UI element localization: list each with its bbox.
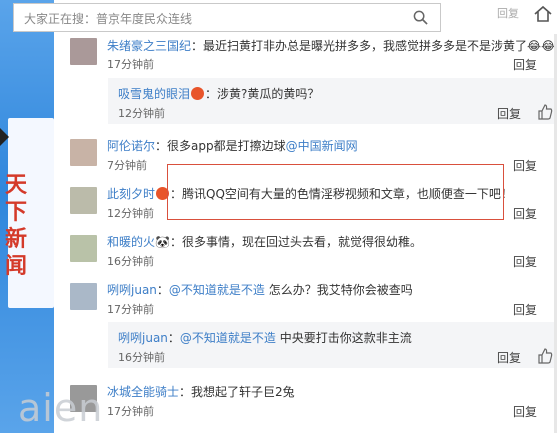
side-banner: 天 下 新 闻 <box>0 0 54 433</box>
emoji-icon: 😂😂 <box>527 39 556 53</box>
slogan-char: 新 <box>5 226 28 252</box>
avatar[interactable] <box>70 187 97 214</box>
comment-author[interactable]: 咧咧juan <box>118 331 168 345</box>
comment-author[interactable]: 朱绪豪之三国纪 <box>107 39 191 53</box>
nested-reply: 吸雪鬼的眼泪 ：涉黄?黄瓜的黄吗？ 12分钟前 回复 <box>108 78 557 124</box>
comment-text: 中央要打击你这款非主流 <box>275 331 412 345</box>
home-icon[interactable] <box>533 4 553 24</box>
comment-line: 冰城全能骑士：我想起了轩子巨2兔 <box>107 383 295 400</box>
comment-time: 7分钟前 <box>107 159 147 172</box>
comment-line: 和暖的火🐼：很多事情，现在回过头去看，就觉得很幼稚。 <box>107 233 422 250</box>
avatar[interactable] <box>70 283 97 310</box>
comment-author[interactable]: 冰城全能骑士 <box>107 385 179 399</box>
highlight-box <box>167 164 504 220</box>
comment-author[interactable]: 阿伦诺尔 <box>107 139 155 153</box>
reply-button[interactable]: 回复 <box>513 403 537 420</box>
like-icon[interactable] <box>537 348 553 364</box>
mention-link[interactable]: @不知道就是不造 <box>169 283 265 297</box>
comment-item: 朱绪豪之三国纪：最近扫黄打非办总是曝光拼多多，我感觉拼多多是不是涉黄了😂😂 17… <box>54 34 557 74</box>
comment-time: 16分钟前 <box>107 255 154 268</box>
like-icon[interactable] <box>537 104 553 120</box>
reply-button[interactable]: 回复 <box>513 157 537 174</box>
search-hot-text: 大家正在搜：普京年度民众连线 <box>24 12 193 26</box>
reply-button[interactable]: 回复 <box>513 205 537 222</box>
comment-text: 最近扫黄打非办总是曝光拼多多，我感觉拼多多是不是涉黄了 <box>203 39 528 53</box>
comment-time: 16分钟前 <box>118 351 165 364</box>
play-arrow-icon <box>0 128 9 146</box>
slogan-char: 闻 <box>5 253 28 279</box>
comment-text: 很多app都是打擦边球 <box>167 139 286 153</box>
mention-link[interactable]: @不知道就是不造 <box>180 331 276 345</box>
mention-link[interactable]: @中国新闻网 <box>286 139 358 153</box>
vip-badge-icon <box>191 87 205 100</box>
comment-feed: 朱绪豪之三国纪：最近扫黄打非办总是曝光拼多多，我感觉拼多多是不是涉黄了😂😂 17… <box>54 34 557 433</box>
reply-button[interactable]: 回复 <box>513 253 537 270</box>
separator: ： <box>191 39 204 53</box>
comment-line: 咧咧juan：@不知道就是不造 怎么办？我艾特你会被查吗 <box>107 281 413 298</box>
comment-time: 17分钟前 <box>107 303 154 316</box>
comment-text: 涉黄?黄瓜的黄吗？ <box>217 87 320 101</box>
reply-button[interactable]: 回复 <box>497 349 521 366</box>
comment-text: 我想起了轩子巨2兔 <box>191 385 295 399</box>
separator: ： <box>169 235 182 249</box>
side-banner-slogan: 天 下 新 闻 <box>5 172 27 280</box>
separator: ： <box>155 139 168 153</box>
comment-time: 17分钟前 <box>107 58 154 71</box>
slogan-char: 天 <box>5 172 28 198</box>
watermark: aien <box>18 386 104 430</box>
comment-author[interactable]: 和暖的火 <box>107 235 155 249</box>
search-icon[interactable] <box>413 10 428 25</box>
reply-button[interactable]: 回复 <box>497 105 521 122</box>
comment-time: 12分钟前 <box>107 207 154 220</box>
separator: ： <box>167 331 180 345</box>
comment-line: 阿伦诺尔：很多app都是打擦边球@中国新闻网 <box>107 137 358 154</box>
comment-text: 怎么办？我艾特你会被查吗 <box>264 283 413 297</box>
separator: ： <box>156 283 169 297</box>
top-reply-text[interactable]: 回复 <box>497 5 519 21</box>
nested-reply: 咧咧juan：@不知道就是不造 中央要打击你这款非主流 16分钟前 回复 <box>108 322 557 368</box>
comment-author[interactable]: 吸雪鬼的眼泪 <box>118 87 190 101</box>
comment-text: 很多事情，现在回过头去看，就觉得很幼稚。 <box>181 235 422 249</box>
comment-item: 和暖的火🐼：很多事情，现在回过头去看，就觉得很幼稚。 16分钟前 回复 <box>54 230 557 270</box>
comment-item: 冰城全能骑士：我想起了轩子巨2兔 17分钟前 回复 <box>54 380 557 420</box>
separator: ： <box>205 87 218 101</box>
comment-line: 吸雪鬼的眼泪 ：涉黄?黄瓜的黄吗？ <box>118 85 319 102</box>
comment-author[interactable]: 此刻夕时 <box>107 187 155 201</box>
comment-line: 朱绪豪之三国纪：最近扫黄打非办总是曝光拼多多，我感觉拼多多是不是涉黄了😂😂 <box>107 37 555 54</box>
avatar[interactable] <box>70 235 97 262</box>
comment-item: 咧咧juan：@不知道就是不造 怎么办？我艾特你会被查吗 17分钟前 回复 <box>54 278 557 318</box>
comment-time: 17分钟前 <box>107 405 154 418</box>
comment-time: 12分钟前 <box>118 107 165 120</box>
comment-line: 咧咧juan：@不知道就是不造 中央要打击你这款非主流 <box>118 329 412 346</box>
comment-author[interactable]: 咧咧juan <box>107 283 157 297</box>
reply-button[interactable]: 回复 <box>513 56 537 73</box>
search-input[interactable]: 大家正在搜：普京年度民众连线 <box>13 3 441 32</box>
separator: ： <box>179 385 192 399</box>
avatar[interactable] <box>70 139 97 166</box>
reply-button[interactable]: 回复 <box>513 301 537 318</box>
slogan-char: 下 <box>5 199 28 225</box>
panda-emoji-icon: 🐼 <box>155 235 170 249</box>
avatar[interactable] <box>70 38 97 65</box>
